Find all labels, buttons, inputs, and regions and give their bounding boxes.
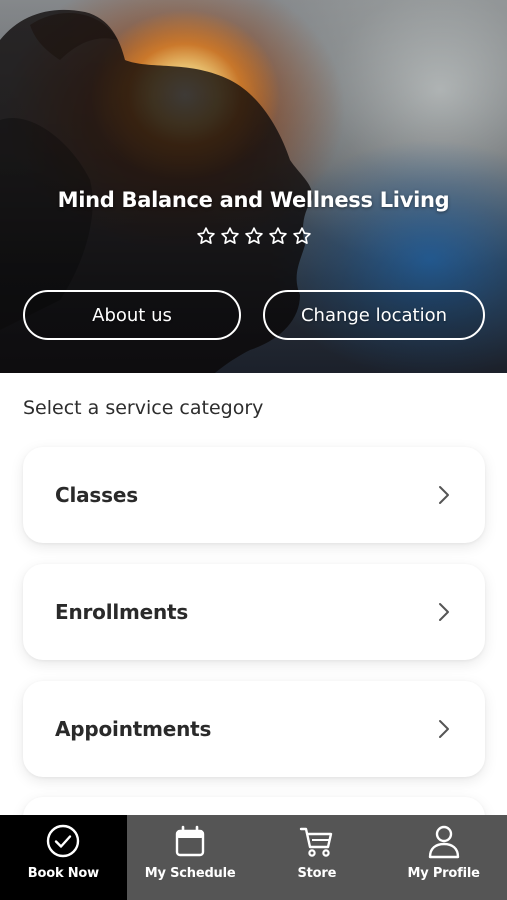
tab-store[interactable]: Store bbox=[254, 815, 381, 900]
tab-label: Store bbox=[297, 866, 337, 881]
service-category-appointments[interactable]: Appointments bbox=[23, 681, 485, 777]
about-us-button[interactable]: About us bbox=[23, 290, 241, 340]
change-location-button[interactable]: Change location bbox=[263, 290, 485, 340]
tab-my-profile[interactable]: My Profile bbox=[380, 815, 507, 900]
tab-label: My Profile bbox=[407, 866, 480, 881]
tab-label: My Schedule bbox=[144, 866, 236, 881]
user-icon bbox=[428, 825, 459, 859]
star-outline-icon bbox=[221, 227, 239, 244]
calendar-icon bbox=[175, 825, 205, 857]
star-outline-icon bbox=[245, 227, 263, 244]
bottom-tab-bar: Book Now My Schedule Store My Profile bbox=[0, 815, 507, 900]
service-category-enrollments[interactable]: Enrollments bbox=[23, 564, 485, 660]
tab-book-now[interactable]: Book Now bbox=[0, 815, 127, 900]
chevron-right-icon bbox=[439, 486, 449, 504]
business-title: Mind Balance and Wellness Living bbox=[57, 188, 450, 212]
service-category-label: Enrollments bbox=[55, 600, 189, 624]
rating-stars bbox=[196, 226, 312, 248]
service-category-label: Appointments bbox=[55, 717, 212, 741]
check-circle-icon bbox=[47, 824, 80, 858]
star-outline-icon bbox=[269, 227, 287, 244]
hero-banner: Mind Balance and Wellness Living About u… bbox=[0, 0, 507, 373]
star-outline-icon bbox=[293, 227, 311, 244]
star-outline-icon bbox=[197, 227, 215, 244]
cart-icon bbox=[299, 827, 333, 857]
tab-my-schedule[interactable]: My Schedule bbox=[127, 815, 254, 900]
chevron-right-icon bbox=[439, 720, 449, 738]
tab-label: Book Now bbox=[27, 866, 99, 881]
service-category-classes[interactable]: Classes bbox=[23, 447, 485, 543]
service-category-heading: Select a service category bbox=[23, 397, 264, 419]
chevron-right-icon bbox=[439, 603, 449, 621]
service-category-label: Classes bbox=[55, 483, 138, 507]
